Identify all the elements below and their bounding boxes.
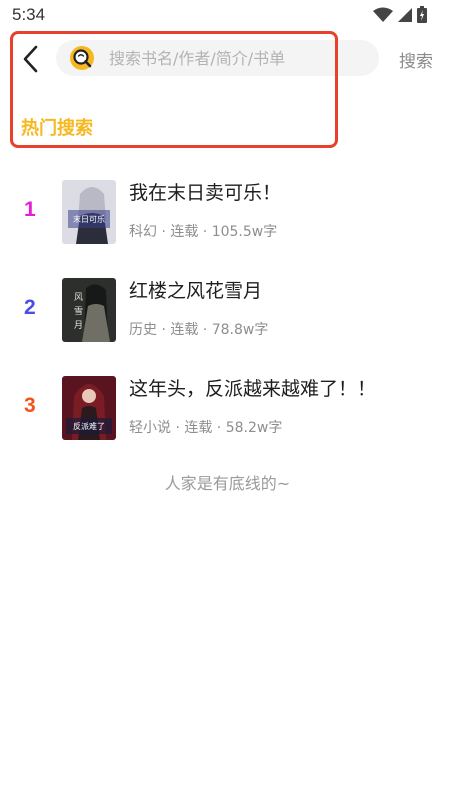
battery-icon bbox=[417, 6, 427, 23]
status-icons bbox=[373, 6, 427, 23]
book-meta: 历史 · 连载 · 78.8w字 bbox=[129, 322, 269, 338]
list-item[interactable]: 1 末日可乐 我在末日卖可乐！ 科幻 · 连载 · 105.5w字 bbox=[0, 168, 455, 266]
signal-icon bbox=[398, 7, 412, 22]
back-arrow-icon bbox=[23, 45, 38, 73]
hot-search-title: 热门搜索 bbox=[21, 118, 93, 139]
wifi-icon bbox=[373, 7, 393, 22]
list-item[interactable]: 3 反派难了 这年头，反派越来越难了！！ 轻小说 · 连载 · 58.2w字 bbox=[0, 364, 455, 462]
rank-number: 2 bbox=[24, 296, 36, 319]
rank-number: 1 bbox=[24, 198, 36, 221]
svg-text:雪: 雪 bbox=[74, 306, 83, 317]
svg-text:风: 风 bbox=[74, 292, 83, 303]
svg-text:月: 月 bbox=[74, 320, 83, 331]
book-title: 我在末日卖可乐！ bbox=[129, 182, 282, 204]
end-of-list-note: 人家是有底线的~ bbox=[164, 474, 291, 493]
rank-number: 3 bbox=[24, 394, 36, 417]
book-title: 红楼之风花雪月 bbox=[129, 280, 263, 302]
back-button[interactable] bbox=[18, 44, 42, 74]
book-meta: 轻小说 · 连载 · 58.2w字 bbox=[129, 420, 283, 436]
status-bar: 5:34 bbox=[0, 0, 455, 30]
svg-text:末日可乐: 末日可乐 bbox=[73, 214, 105, 224]
list-item[interactable]: 2 风 雪 月 红楼之风花雪月 历史 · 连载 · 78.8w字 bbox=[0, 266, 455, 364]
hot-search-list: 1 末日可乐 我在末日卖可乐！ 科幻 · 连载 · 105.5w字 2 风 雪 bbox=[0, 168, 455, 462]
svg-text:反派难了: 反派难了 bbox=[73, 421, 105, 431]
book-cover: 反派难了 bbox=[62, 376, 116, 440]
search-input[interactable] bbox=[109, 48, 369, 68]
search-logo-icon bbox=[70, 46, 94, 70]
book-title: 这年头，反派越来越难了！！ bbox=[129, 378, 377, 400]
search-button[interactable]: 搜索 bbox=[399, 47, 433, 72]
book-meta: 科幻 · 连载 · 105.5w字 bbox=[129, 224, 278, 240]
book-cover: 末日可乐 bbox=[62, 180, 116, 244]
status-time: 5:34 bbox=[12, 5, 46, 24]
search-bar[interactable] bbox=[56, 40, 379, 76]
book-cover: 风 雪 月 bbox=[62, 278, 116, 342]
